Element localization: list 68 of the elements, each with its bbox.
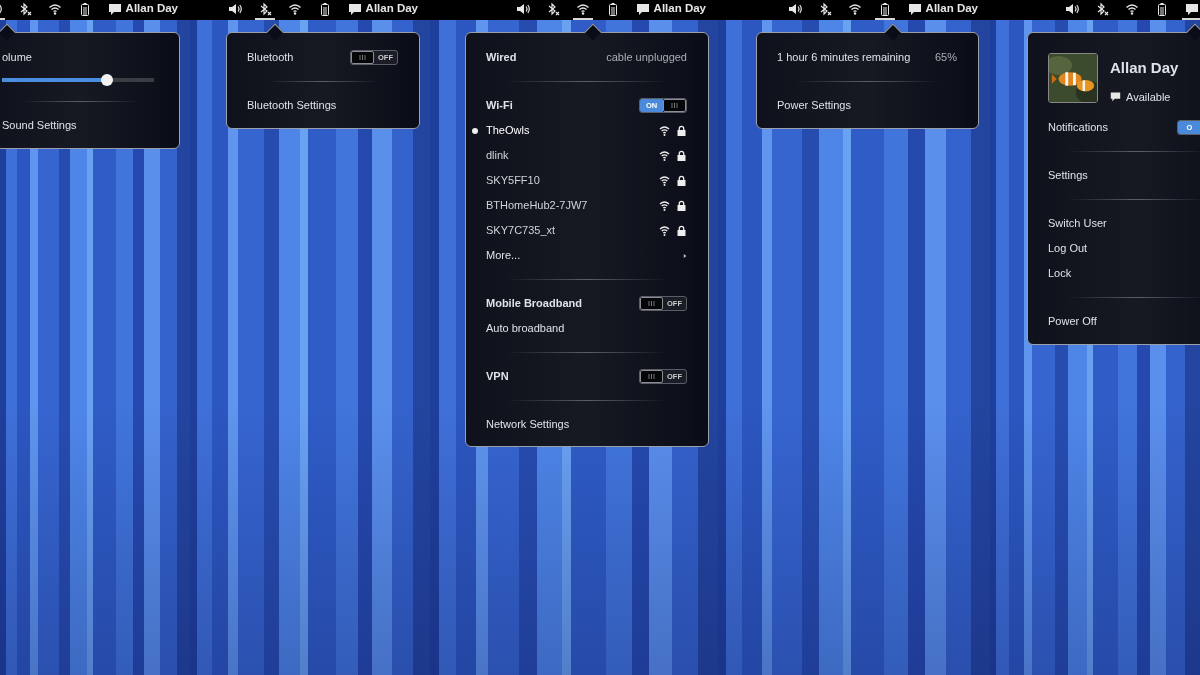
network-item[interactable]: dlink — [466, 143, 708, 168]
menu-item[interactable]: More... — [466, 243, 708, 268]
grip-icon — [648, 301, 655, 306]
volume-icon — [1065, 2, 1079, 16]
grip-icon — [671, 103, 678, 108]
section-label: Wired — [486, 50, 517, 66]
wifi-icon — [575, 2, 590, 16]
volume-icon — [227, 2, 242, 16]
battery-icon — [1155, 2, 1169, 16]
menu-item[interactable]: Switch User — [1028, 211, 1200, 236]
section-label: Wi-Fi — [486, 98, 513, 114]
user-menu-button[interactable]: Allan Day — [904, 0, 981, 20]
menu-item[interactable]: Sound Settings — [0, 113, 179, 138]
menu-item[interactable]: Settings — [1028, 163, 1200, 188]
bluetooth-icon — [1095, 2, 1109, 16]
status-menu-button[interactable]: Available — [1110, 88, 1179, 105]
volume-icon — [787, 2, 802, 16]
bluetooth-menu-button[interactable] — [254, 0, 275, 20]
wifi-signal-icon — [659, 225, 670, 236]
menu-label: 1 hour 6 minutes remaining — [777, 50, 911, 66]
section-label: Mobile Broadband — [486, 296, 582, 312]
network-item[interactable]: SKY7C735_xt — [466, 218, 708, 243]
chat-icon — [1185, 2, 1199, 16]
grip-icon — [648, 374, 655, 379]
section-label: VPN — [486, 369, 509, 385]
wifi-icon — [47, 2, 62, 16]
menu-label: Bluetooth — [247, 50, 294, 66]
wifi-signal-icon — [659, 150, 670, 161]
lock-icon — [676, 175, 687, 186]
menu-item[interactable]: Network Settings — [466, 412, 708, 437]
wifi-icon — [1125, 2, 1139, 16]
menu-item[interactable]: Auto broadband — [466, 316, 708, 341]
slider-thumb[interactable] — [100, 74, 113, 86]
status-text: cable unplugged — [606, 50, 687, 66]
lock-icon — [676, 200, 687, 211]
chat-icon — [1110, 91, 1121, 103]
wifi-icon — [847, 2, 862, 16]
network-item[interactable]: BTHomeHub2-7JW7 — [466, 193, 708, 218]
caret-icon — [683, 252, 687, 259]
menu-item[interactable]: Power Settings — [757, 93, 978, 118]
menu-item[interactable]: Power Off — [1028, 309, 1200, 334]
menu-item[interactable]: Log Out — [1028, 236, 1200, 261]
menu-item[interactable]: Bluetooth Settings — [227, 93, 419, 118]
wifi-signal-icon — [659, 175, 670, 186]
chat-icon — [107, 2, 122, 16]
selected-dot — [472, 128, 478, 134]
grip-icon — [359, 55, 366, 60]
wifi-icon — [287, 2, 302, 16]
chat-icon — [635, 2, 650, 16]
lock-icon — [676, 150, 687, 161]
menu-item[interactable]: Lock — [1028, 261, 1200, 286]
user-name: Allan Day — [1110, 58, 1179, 78]
user-menu-button[interactable]: Allan Day — [344, 0, 421, 20]
wifi-signal-icon — [659, 200, 670, 211]
menu-label: olume — [2, 50, 32, 66]
user-menu-button[interactable]: Allan Day — [104, 0, 181, 20]
menu-label: Notifications — [1048, 120, 1108, 136]
volume-icon — [515, 2, 530, 16]
lock-icon — [676, 125, 687, 136]
chat-icon — [347, 2, 362, 16]
user-menu-button[interactable]: Allan Day — [632, 0, 709, 20]
chat-icon — [907, 2, 922, 16]
network-item[interactable]: TheOwls — [466, 118, 708, 143]
lock-icon — [676, 225, 687, 236]
status-text: 65% — [934, 50, 957, 66]
battery-menu-button[interactable] — [874, 0, 895, 20]
wifi-signal-icon — [659, 125, 670, 136]
network-item[interactable]: SKY5FF10 — [466, 168, 708, 193]
